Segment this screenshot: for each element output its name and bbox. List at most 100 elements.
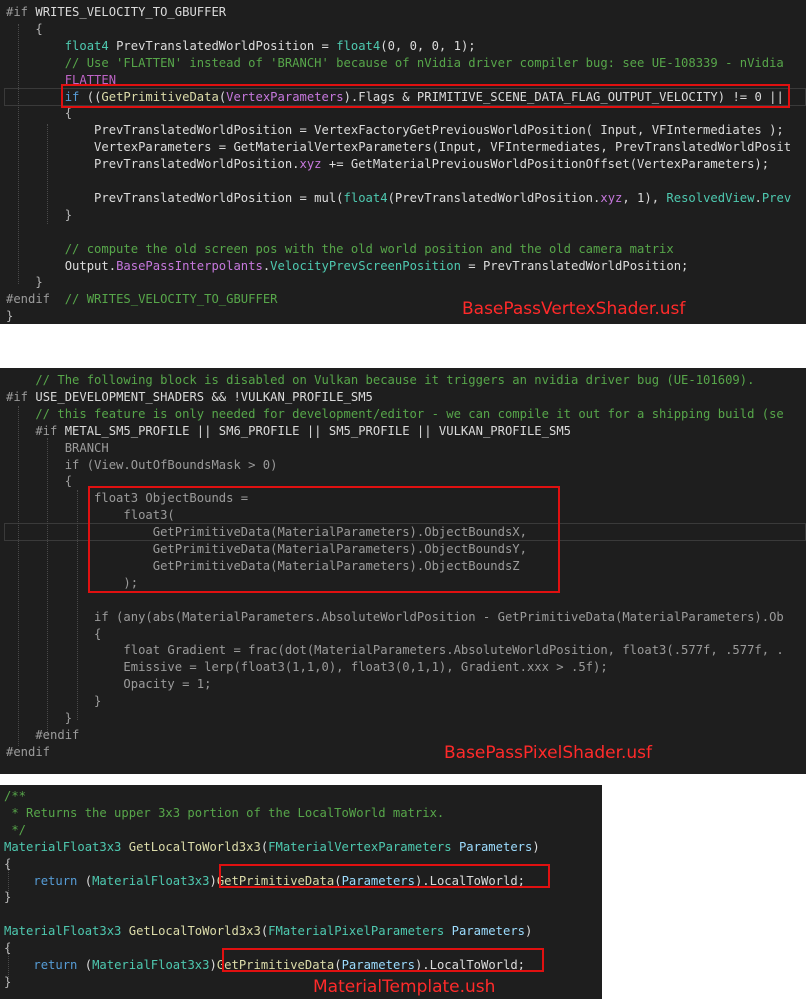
- code-line: #endif: [6, 727, 79, 744]
- code-line: #if WRITES_VELOCITY_TO_GBUFFER: [6, 4, 226, 21]
- code-line: {: [6, 473, 72, 490]
- file-caption: BasePassPixelShader.usf: [444, 743, 653, 763]
- code-token: // The following block is disabled on Vu…: [6, 373, 755, 387]
- file-caption: BasePassVertexShader.usf: [462, 299, 686, 319]
- code-line: {: [6, 21, 42, 38]
- code-line: MaterialFloat3x3 GetLocalToWorld3x3(FMat…: [4, 923, 532, 940]
- code-token: /**: [4, 789, 27, 803]
- code-token: float4: [343, 190, 388, 205]
- code-token: return: [33, 873, 78, 888]
- code-token: float Gradient = frac(dot(MaterialParame…: [6, 643, 784, 658]
- code-token: * Returns the upper 3x3 portion of the L…: [4, 805, 445, 820]
- code-token: FMaterialVertexParameters: [268, 839, 452, 854]
- code-token: Opacity = 1;: [6, 677, 212, 692]
- pixel-shader-code-panel[interactable]: // The following block is disabled on Vu…: [0, 368, 806, 774]
- code-token: Emissive = lerp(float3(1,1,0), float3(0,…: [6, 660, 608, 675]
- highlight-box-local-to-world-vertex: [219, 864, 550, 888]
- code-token: {: [6, 626, 102, 641]
- code-line: PrevTranslatedWorldPosition = mul(float4…: [6, 190, 791, 207]
- code-line: if (View.OutOfBoundsMask > 0): [6, 457, 278, 474]
- code-token: return: [33, 958, 78, 972]
- code-token: Output.: [6, 258, 117, 273]
- code-line: {: [6, 626, 101, 643]
- highlight-box-local-to-world-pixel: [222, 948, 544, 972]
- code-token: {: [4, 856, 12, 871]
- code-line: // this feature is only needed for devel…: [6, 406, 784, 423]
- material-template-code-panel[interactable]: /** * Returns the upper 3x3 portion of t…: [0, 785, 602, 999]
- code-token: }: [4, 890, 12, 905]
- code-token: ): [525, 924, 533, 939]
- code-token: ): [209, 958, 217, 972]
- highlight-box-object-bounds: [88, 486, 560, 593]
- code-token: // Use 'FLATTEN' instead of 'BRANCH' bec…: [6, 55, 784, 70]
- code-line: }: [6, 207, 72, 224]
- code-token: GetLocalToWorld3x3: [128, 839, 261, 854]
- vertex-shader-code-panel[interactable]: #if WRITES_VELOCITY_TO_GBUFFER { float4 …: [0, 0, 806, 324]
- code-token: GetLocalToWorld3x3: [128, 924, 261, 939]
- code-token: = PrevTranslatedWorldPosition;: [460, 258, 689, 273]
- code-line: // Use 'FLATTEN' instead of 'BRANCH' bec…: [6, 55, 784, 72]
- code-line: // compute the old screen pos with the o…: [6, 241, 674, 258]
- code-line: PrevTranslatedWorldPosition = VertexFact…: [6, 122, 784, 139]
- code-token: #if: [6, 5, 36, 19]
- code-line: VertexParameters = GetMaterialVertexPara…: [6, 139, 791, 156]
- code-token: {: [6, 106, 73, 121]
- code-token: METAL_SM5_PROFILE || SM6_PROFILE || SM5_…: [64, 423, 571, 438]
- code-line: #endif // WRITES_VELOCITY_TO_GBUFFER: [6, 291, 278, 308]
- code-line: */: [4, 822, 26, 839]
- code-token: MaterialFloat3x3: [4, 924, 122, 939]
- code-token: Parameters: [451, 924, 525, 939]
- code-line: float4 PrevTranslatedWorldPosition = flo…: [6, 38, 476, 55]
- code-token: PrevTranslatedWorldPosition =: [108, 38, 337, 53]
- code-token: if (any(abs(MaterialParameters.AbsoluteW…: [6, 609, 784, 624]
- code-token: }: [6, 275, 43, 290]
- code-token: VelocityPrevScreenPosition: [270, 258, 461, 273]
- code-token: // WRITES_VELOCITY_TO_GBUFFER: [50, 292, 278, 307]
- code-token: .: [754, 190, 762, 205]
- code-token: MaterialFloat3x3: [4, 839, 122, 854]
- code-line: Opacity = 1;: [6, 676, 211, 693]
- code-token: xyz: [299, 157, 322, 172]
- code-token: , 1),: [622, 190, 667, 205]
- code-line: Output.BasePassInterpolants.VelocityPrev…: [6, 258, 689, 275]
- code-token: PrevTranslatedWorldPosition = VertexFact…: [6, 123, 784, 138]
- code-token: MaterialFloat3x3: [92, 958, 210, 972]
- code-line: {: [4, 940, 11, 957]
- code-line: // The following block is disabled on Vu…: [6, 372, 754, 389]
- code-token: }: [4, 974, 12, 989]
- code-token: // this feature is only needed for devel…: [6, 406, 784, 421]
- code-token: ): [209, 873, 217, 888]
- code-token: += GetMaterialPreviousWorldPositionOffse…: [321, 157, 770, 172]
- code-token: VertexParameters = GetMaterialVertexPara…: [6, 140, 792, 155]
- code-token: xyz: [600, 190, 623, 205]
- code-token: #if: [6, 423, 65, 438]
- code-token: (: [77, 873, 93, 888]
- code-token: FMaterialPixelParameters: [268, 924, 445, 939]
- code-line: #endif: [6, 744, 50, 761]
- code-line: }: [4, 974, 11, 991]
- code-token: BRANCH: [6, 440, 109, 455]
- code-line: }: [6, 693, 101, 710]
- code-line: }: [6, 710, 72, 727]
- code-line: Emissive = lerp(float3(1,1,0), float3(0,…: [6, 659, 608, 676]
- code-token: {: [6, 474, 73, 489]
- code-line: PrevTranslatedWorldPosition.xyz += GetMa…: [6, 156, 769, 173]
- code-line: }: [6, 308, 13, 324]
- code-token: }: [6, 207, 73, 222]
- code-token: }: [6, 711, 73, 725]
- code-token: ResolvedView: [666, 190, 755, 205]
- code-line: }: [6, 274, 43, 291]
- code-line: {: [4, 856, 11, 873]
- file-caption: MaterialTemplate.ush: [313, 977, 496, 997]
- code-line: * Returns the upper 3x3 portion of the L…: [4, 805, 444, 822]
- highlight-box-flags-check: [61, 84, 790, 108]
- code-token: #endif: [6, 744, 51, 759]
- code-line: #if USE_DEVELOPMENT_SHADERS && !VULKAN_P…: [6, 389, 373, 406]
- code-token: MaterialFloat3x3: [92, 873, 210, 888]
